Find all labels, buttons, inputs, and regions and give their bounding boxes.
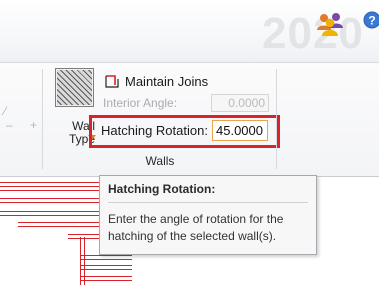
interior-angle-label: Interior Angle: [103,96,178,110]
tooltip-title: Hatching Rotation: [108,182,216,196]
hatching-rotation-tooltip: Hatching Rotation: Enter the angle of ro… [99,175,317,255]
walls-group-label: Walls [145,154,175,168]
hatching-rotation-highlight [89,115,280,148]
tooltip-body: Enter the angle of rotation for the hatc… [108,212,284,243]
brand-text: 2020 [262,9,364,58]
interior-angle-input[interactable] [211,94,269,112]
ribbon-group-separator [42,69,43,169]
faded-plus-icon: + [30,118,38,132]
faded-control-icon: ⁄ [4,104,7,118]
help-icon[interactable]: ? [363,11,379,29]
maintain-joins-icon [105,75,119,88]
users-icon[interactable] [316,12,344,36]
title-bar: 2020 ? [0,0,379,63]
faded-minus-icon: – [6,118,13,132]
tooltip-divider [108,202,308,203]
ribbon: ⁄ – + Wall Type Maintain Joins Interior … [0,63,379,177]
app-window: 2020 ? ⁄ – + Wall Type Maintain Joins In… [0,0,379,285]
maintain-joins-label: Maintain Joins [125,73,209,89]
wall-hatch-pattern-icon [55,68,94,107]
help-glyph: ? [368,14,375,28]
maintain-joins-toggle[interactable]: Maintain Joins [105,73,208,89]
ribbon-group-separator [276,69,277,169]
previous-ribbon-group: ⁄ – + [0,63,44,176]
